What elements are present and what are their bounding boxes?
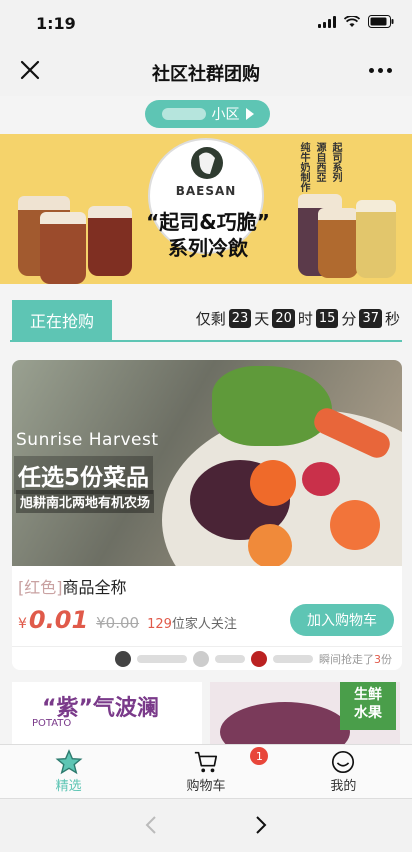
battery-icon xyxy=(368,15,394,28)
current-price: ¥0.01 xyxy=(18,606,89,634)
original-price: ¥0.00 xyxy=(96,614,140,632)
back-arrow-icon[interactable] xyxy=(140,813,164,837)
drink-cup-image xyxy=(40,212,86,284)
tab-featured[interactable]: 精选 xyxy=(0,745,137,798)
product-name-text: 商品全称 xyxy=(62,578,127,597)
cart-icon xyxy=(194,751,218,773)
image-caption-sub: 旭耕南北两地有机农场 xyxy=(16,490,155,513)
drink-cup-image xyxy=(88,206,132,276)
banner-side-text: 源自西亞 xyxy=(314,142,325,182)
radish-image xyxy=(302,462,340,496)
image-caption-main: 任选5份菜品 xyxy=(14,456,154,494)
tab-cart[interactable]: 购物车 1 xyxy=(137,745,274,798)
countdown-section: 正在抢购 仅剩 23 天 20 时 15 分 37 秒 xyxy=(10,300,402,342)
avatar xyxy=(251,650,267,667)
forward-arrow-icon[interactable] xyxy=(248,813,272,837)
star-icon xyxy=(55,749,83,775)
countdown-days-unit: 天 xyxy=(254,310,270,328)
cart-badge: 1 xyxy=(250,747,269,765)
buyer-name-blurred xyxy=(215,654,245,663)
main-content[interactable]: 小区 纯牛奶制作 源自西亞 起司系列 BAESAN “起司&巧脆” 系列冷飲 正… xyxy=(0,96,412,744)
avatar xyxy=(193,650,209,667)
signal-icon xyxy=(318,15,336,28)
wifi-icon xyxy=(344,15,360,27)
more-icon[interactable] xyxy=(366,58,394,82)
bottom-tab-bar: 精选 购物车 1 我的 xyxy=(0,744,412,798)
drink-cup-image xyxy=(318,208,358,278)
tab-featured-label: 精选 xyxy=(55,779,82,794)
greens-image xyxy=(212,366,332,446)
banner-title: “起司&巧脆” xyxy=(146,210,270,234)
product-card-potato[interactable]: “紫”气波澜 POTATO xyxy=(12,682,202,744)
face-logo-icon xyxy=(191,147,223,179)
countdown-days: 23 xyxy=(228,309,252,328)
tomato-image xyxy=(250,460,296,506)
buyers-status: 瞬间抢走了3份 xyxy=(319,652,392,666)
product-card-fresh[interactable]: 生鲜 水果 xyxy=(210,682,400,744)
tab-mine[interactable]: 我的 xyxy=(275,745,412,798)
countdown-minutes-unit: 分 xyxy=(341,310,357,328)
community-label: 小区 xyxy=(211,107,240,123)
status-bar: 1:19 xyxy=(0,0,412,46)
price-row: ¥0.01 ¥0.00 129位家人关注 xyxy=(18,606,237,636)
sweet-potato-image xyxy=(220,702,350,744)
countdown-hours: 20 xyxy=(272,309,295,328)
nav-bar: 社区社群团购 xyxy=(0,46,412,96)
status-time: 1:19 xyxy=(36,14,76,33)
banner-side-text: 纯牛奶制作 xyxy=(298,142,309,192)
tab-flash-sale[interactable]: 正在抢购 xyxy=(12,300,112,340)
recent-buyers: 瞬间抢走了3份 xyxy=(12,646,402,670)
browser-toolbar xyxy=(0,798,412,852)
brand-name: BAESAN xyxy=(175,184,237,198)
status-icons xyxy=(318,15,394,28)
product-tag: [红色] xyxy=(18,578,63,597)
buyer-name-blurred xyxy=(137,654,187,663)
avatar xyxy=(115,650,131,667)
page-title: 社区社群团购 xyxy=(152,64,260,85)
countdown-hours-unit: 时 xyxy=(297,310,313,328)
community-name-blurred xyxy=(161,108,206,120)
buyer-name-blurred xyxy=(273,654,313,663)
community-selector[interactable]: 小区 xyxy=(145,100,270,128)
countdown-seconds-unit: 秒 xyxy=(384,310,400,328)
product-name[interactable]: [红色]商品全称 xyxy=(18,574,127,598)
tomato-image xyxy=(330,500,380,550)
fresh-fruit-badge: 生鲜 水果 xyxy=(340,682,396,730)
countdown-minutes: 15 xyxy=(315,309,339,328)
tab-cart-label: 购物车 xyxy=(186,779,226,794)
tab-mine-label: 我的 xyxy=(330,779,357,794)
tomato-image xyxy=(248,524,292,566)
followers-count: 129位家人关注 xyxy=(147,617,237,632)
potato-card-subtitle: POTATO xyxy=(32,718,72,729)
image-caption-en: Sunrise Harvest xyxy=(16,430,159,450)
countdown-seconds: 37 xyxy=(359,309,382,328)
banner-subtitle: 系列冷飲 xyxy=(168,236,248,260)
profile-icon xyxy=(332,750,355,774)
countdown-prefix: 仅剩 xyxy=(195,310,226,328)
add-to-cart-button[interactable]: 加入购物车 xyxy=(290,604,394,636)
banner-side-text: 起司系列 xyxy=(330,142,341,182)
product-image[interactable]: Sunrise Harvest 任选5份菜品 旭耕南北两地有机农场 xyxy=(12,360,402,566)
promo-banner[interactable]: 纯牛奶制作 源自西亞 起司系列 BAESAN “起司&巧脆” 系列冷飲 xyxy=(0,134,412,284)
drink-cup-image xyxy=(356,200,396,278)
play-arrow-icon xyxy=(245,108,254,120)
product-card[interactable]: Sunrise Harvest 任选5份菜品 旭耕南北两地有机农场 [红色]商品… xyxy=(12,360,402,670)
countdown-timer: 仅剩 23 天 20 时 15 分 37 秒 xyxy=(196,308,400,329)
